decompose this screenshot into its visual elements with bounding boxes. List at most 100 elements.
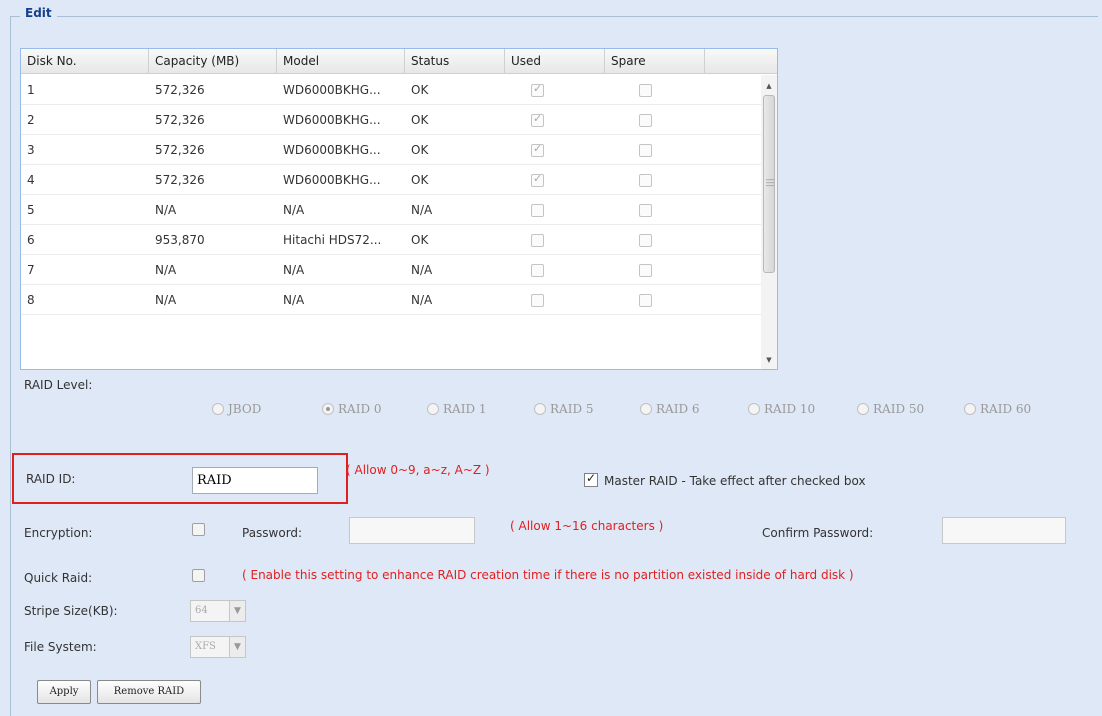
edit-legend: Edit <box>20 6 57 20</box>
radio-button[interactable] <box>640 403 652 415</box>
column-header-used[interactable]: Used <box>505 49 605 74</box>
radio-button[interactable] <box>964 403 976 415</box>
spare-checkbox[interactable] <box>639 84 652 97</box>
confirm-password-input[interactable] <box>942 517 1066 544</box>
table-row[interactable]: 5 N/A N/A N/A <box>21 195 761 225</box>
radio-button[interactable] <box>212 403 224 415</box>
raid-level-option-label: RAID 10 <box>764 402 816 416</box>
chevron-down-icon[interactable]: ▼ <box>230 600 246 622</box>
table-row[interactable]: 3 572,326 WD6000BKHG... OK <box>21 135 761 165</box>
chevron-down-icon[interactable]: ▼ <box>230 636 246 658</box>
spare-checkbox[interactable] <box>639 204 652 217</box>
column-header-status[interactable]: Status <box>405 49 505 74</box>
cell-disk: 1 <box>27 83 35 97</box>
grid-scrollbar[interactable]: ▲ ― ― ― ▼ <box>761 75 777 369</box>
cell-disk: 7 <box>27 263 35 277</box>
master-raid-checkbox[interactable] <box>584 471 598 487</box>
scroll-down-arrow-icon[interactable]: ▼ <box>761 353 777 367</box>
used-checkbox[interactable] <box>531 294 544 307</box>
password-input[interactable] <box>349 517 475 544</box>
cell-model: Hitachi HDS72... <box>283 233 382 247</box>
spare-checkbox[interactable] <box>639 294 652 307</box>
table-row[interactable]: 1 572,326 WD6000BKHG... OK <box>21 75 761 105</box>
stripe-size-select[interactable]: 64 ▼ <box>190 600 246 622</box>
raid-level-option-label: JBOD <box>228 402 262 416</box>
spare-checkbox[interactable] <box>639 234 652 247</box>
radio-button[interactable] <box>534 403 546 415</box>
raid-level-option[interactable]: RAID 1 <box>427 402 487 418</box>
cell-disk: 4 <box>27 173 35 187</box>
used-checkbox[interactable] <box>531 82 544 97</box>
scroll-grip-icon: ― ― ― <box>766 175 774 190</box>
cell-status: OK <box>411 83 429 97</box>
table-row[interactable]: 6 953,870 Hitachi HDS72... OK <box>21 225 761 255</box>
table-row[interactable]: 8 N/A N/A N/A <box>21 285 761 315</box>
raid-level-option-label: RAID 5 <box>550 402 594 416</box>
raid-level-option[interactable]: RAID 5 <box>534 402 594 418</box>
remove-raid-button[interactable]: Remove RAID <box>97 680 201 704</box>
column-header-disk-no[interactable]: Disk No. <box>21 49 149 74</box>
radio-button[interactable] <box>748 403 760 415</box>
spare-checkbox[interactable] <box>639 144 652 157</box>
raid-level-option[interactable]: RAID 0 <box>322 402 382 418</box>
cell-status: OK <box>411 233 429 247</box>
master-raid-label: Master RAID - Take effect after checked … <box>604 474 866 488</box>
cell-status: N/A <box>411 203 433 217</box>
raid-level-option-label: RAID 50 <box>873 402 925 416</box>
radio-button[interactable] <box>427 403 439 415</box>
disk-grid: Disk No. Capacity (MB) Model Status Used… <box>20 48 778 370</box>
used-checkbox[interactable] <box>531 112 544 127</box>
file-system-value: XFS <box>190 636 230 658</box>
apply-button[interactable]: Apply <box>37 680 91 704</box>
cell-capacity: 572,326 <box>155 173 205 187</box>
quick-raid-checkbox[interactable] <box>192 569 205 582</box>
cell-status: N/A <box>411 263 433 277</box>
table-row[interactable]: 4 572,326 WD6000BKHG... OK <box>21 165 761 195</box>
cell-model: WD6000BKHG... <box>283 173 381 187</box>
radio-button[interactable] <box>857 403 869 415</box>
raid-level-label: RAID Level: <box>24 378 93 392</box>
cell-model: WD6000BKHG... <box>283 143 381 157</box>
column-header-capacity[interactable]: Capacity (MB) <box>149 49 277 74</box>
stripe-size-value: 64 <box>190 600 230 622</box>
spare-checkbox[interactable] <box>639 114 652 127</box>
raid-id-input[interactable]: RAID <box>192 467 318 494</box>
table-row[interactable]: 2 572,326 WD6000BKHG... OK <box>21 105 761 135</box>
scroll-thumb[interactable]: ― ― ― <box>763 95 775 273</box>
cell-capacity: 572,326 <box>155 143 205 157</box>
cell-capacity: 572,326 <box>155 83 205 97</box>
table-row[interactable]: 7 N/A N/A N/A <box>21 255 761 285</box>
raid-level-option[interactable]: RAID 10 <box>748 402 815 418</box>
used-checkbox[interactable] <box>531 204 544 217</box>
file-system-label: File System: <box>24 640 97 654</box>
raid-id-label: RAID ID: <box>26 472 76 486</box>
used-checkbox[interactable] <box>531 142 544 157</box>
raid-level-option[interactable]: RAID 50 <box>857 402 924 418</box>
raid-level-option[interactable]: RAID 60 <box>964 402 1031 418</box>
used-checkbox[interactable] <box>531 172 544 187</box>
password-hint: ( Allow 1~16 characters ) <box>510 519 664 533</box>
used-checkbox[interactable] <box>531 234 544 247</box>
radio-button[interactable] <box>322 403 334 415</box>
cell-capacity: 953,870 <box>155 233 205 247</box>
raid-level-option[interactable]: JBOD <box>212 402 261 418</box>
used-checkbox[interactable] <box>531 264 544 277</box>
raid-level-option-label: RAID 60 <box>980 402 1032 416</box>
file-system-select[interactable]: XFS ▼ <box>190 636 246 658</box>
cell-model: WD6000BKHG... <box>283 113 381 127</box>
spare-checkbox[interactable] <box>639 174 652 187</box>
scroll-up-arrow-icon[interactable]: ▲ <box>761 79 777 93</box>
spare-checkbox[interactable] <box>639 264 652 277</box>
cell-disk: 8 <box>27 293 35 307</box>
cell-status: N/A <box>411 293 433 307</box>
cell-disk: 5 <box>27 203 35 217</box>
cell-status: OK <box>411 173 429 187</box>
password-label: Password: <box>242 526 303 540</box>
raid-level-option-label: RAID 1 <box>443 402 487 416</box>
column-header-model[interactable]: Model <box>277 49 405 74</box>
cell-capacity: 572,326 <box>155 113 205 127</box>
raid-level-option[interactable]: RAID 6 <box>640 402 700 418</box>
column-header-spare[interactable]: Spare <box>605 49 705 74</box>
encryption-checkbox[interactable] <box>192 523 205 536</box>
encryption-label: Encryption: <box>24 526 93 540</box>
